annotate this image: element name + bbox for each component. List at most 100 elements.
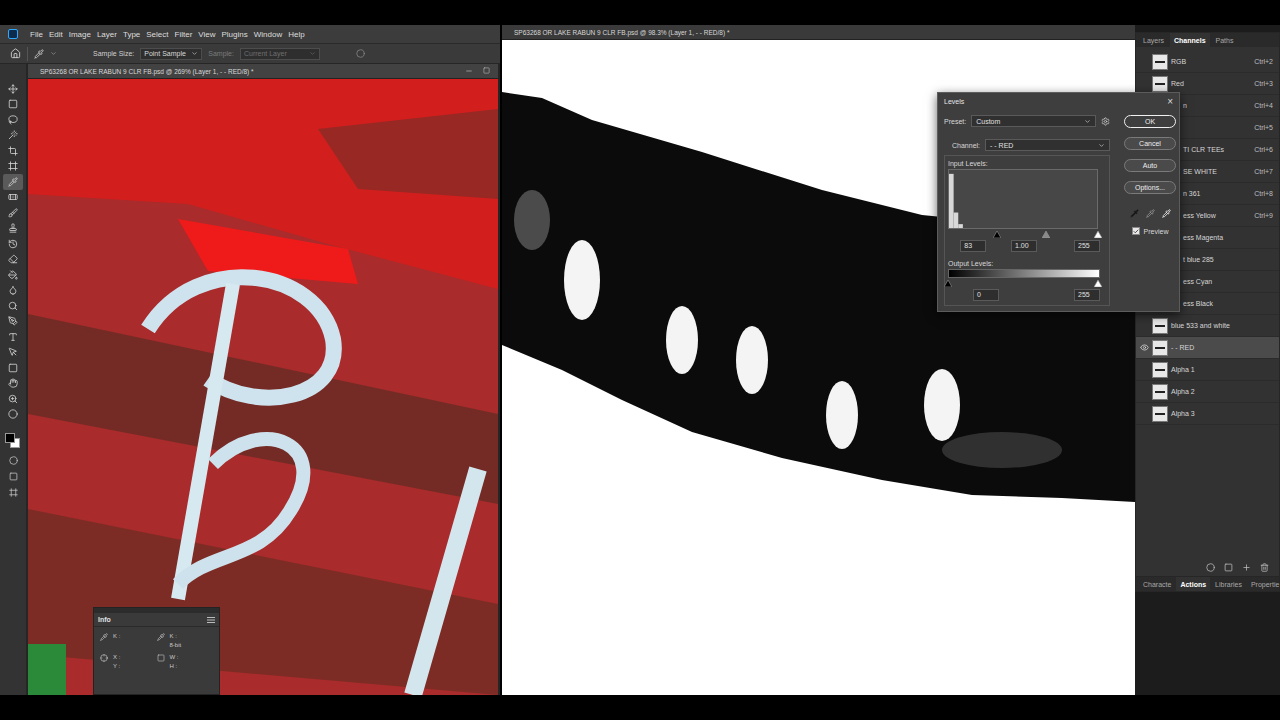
tool-button[interactable]	[3, 174, 23, 190]
dialog-button[interactable]: Cancel	[1124, 137, 1176, 150]
sample-size-select[interactable]: Point Sample	[140, 48, 202, 60]
tool-button[interactable]	[3, 283, 23, 299]
menu-item[interactable]: Help	[288, 30, 304, 39]
visibility-toggle[interactable]	[1138, 386, 1150, 398]
menu-item[interactable]: Layer	[97, 30, 117, 39]
load-selection-icon[interactable]	[1206, 563, 1215, 572]
tool-button[interactable]	[3, 97, 23, 113]
new-channel-icon[interactable]	[1242, 563, 1251, 572]
tool-button[interactable]	[3, 236, 23, 252]
extra-button[interactable]	[3, 484, 23, 500]
chevron-icon[interactable]	[50, 50, 57, 57]
tool-button[interactable]	[3, 360, 23, 376]
dialog-button[interactable]: OK	[1124, 115, 1176, 128]
foreground-swatch[interactable]	[5, 433, 15, 443]
panel-tab[interactable]: Actions	[1176, 577, 1210, 591]
black-point-eyedropper-icon[interactable]	[1130, 209, 1139, 218]
home-icon[interactable]	[10, 48, 21, 59]
visibility-toggle[interactable]	[1138, 408, 1150, 420]
panel-tab[interactable]: Characte	[1139, 577, 1175, 591]
tool-button[interactable]	[3, 205, 23, 221]
visibility-toggle[interactable]	[1138, 364, 1150, 376]
menu-item[interactable]: Select	[146, 30, 168, 39]
panel-menu-icon[interactable]	[207, 617, 215, 623]
input-slider[interactable]	[948, 231, 1098, 238]
color-swatches[interactable]	[3, 430, 23, 452]
visibility-toggle[interactable]	[1138, 320, 1150, 332]
dialog-title-bar[interactable]: Levels×	[938, 93, 1179, 110]
preview-checkbox[interactable]	[1132, 227, 1140, 235]
channel-select[interactable]: - - RED	[985, 139, 1110, 151]
minimize-icon[interactable]	[465, 67, 473, 75]
trash-icon[interactable]	[1260, 563, 1269, 572]
menu-item[interactable]: Window	[254, 30, 282, 39]
tool-button[interactable]	[3, 391, 23, 407]
preset-select[interactable]: Custom	[971, 115, 1096, 127]
slider-handle-icon[interactable]	[1042, 231, 1050, 238]
panel-tab[interactable]: Propertie	[1247, 577, 1280, 591]
panel-tab[interactable]: Paths	[1212, 33, 1238, 47]
panel-tab[interactable]: Libraries	[1211, 577, 1246, 591]
slider-handle-icon[interactable]	[1094, 280, 1102, 287]
info-tab[interactable]: Info	[98, 616, 111, 623]
visibility-toggle[interactable]	[1138, 56, 1150, 68]
tool-button[interactable]	[3, 252, 23, 268]
tool-button[interactable]	[3, 143, 23, 159]
input-level-field[interactable]: 83	[960, 240, 986, 252]
tool-button[interactable]	[3, 159, 23, 175]
channel-row[interactable]: Alpha 2	[1136, 381, 1279, 403]
screen-mode-button[interactable]	[3, 468, 23, 484]
save-selection-icon[interactable]	[1224, 563, 1233, 572]
menu-item[interactable]: Filter	[175, 30, 193, 39]
visibility-toggle[interactable]	[1138, 342, 1150, 354]
channel-row[interactable]: blue 533 and white	[1136, 315, 1279, 337]
document-tab[interactable]: SP63268 OR LAKE RABUN 9 CLR FB.psd @ 269…	[28, 64, 498, 79]
menu-item[interactable]: Image	[69, 30, 91, 39]
document-canvas[interactable]	[28, 79, 498, 695]
slider-handle-icon[interactable]	[1094, 231, 1102, 238]
dialog-button[interactable]: Auto	[1124, 159, 1176, 172]
channel-row[interactable]: - - RED	[1136, 337, 1279, 359]
input-level-field[interactable]: 1.00	[1011, 240, 1037, 252]
channel-row[interactable]: Alpha 3	[1136, 403, 1279, 425]
output-level-field[interactable]: 0	[973, 289, 999, 301]
panel-tab[interactable]: Channels	[1170, 33, 1210, 47]
input-level-field[interactable]: 255	[1074, 240, 1100, 252]
output-level-field[interactable]: 255	[1074, 289, 1100, 301]
visibility-toggle[interactable]	[1138, 78, 1150, 90]
tool-button[interactable]	[3, 190, 23, 206]
gear-icon[interactable]	[1101, 117, 1110, 126]
channel-row[interactable]: Alpha 1	[1136, 359, 1279, 381]
document-tab[interactable]: SP63268 OR LAKE RABUN 9 CLR FB.psd @ 98.…	[502, 25, 1135, 40]
menu-item[interactable]: Edit	[49, 30, 63, 39]
quick-mask-button[interactable]	[3, 452, 23, 468]
maximize-icon[interactable]	[483, 67, 490, 74]
close-button[interactable]: ×	[1167, 97, 1173, 107]
panel-tab[interactable]: Layers	[1139, 33, 1168, 47]
channel-row[interactable]: RGBCtrl+2	[1136, 51, 1279, 73]
preview-option[interactable]: Preview	[1132, 227, 1169, 235]
dialog-button[interactable]: Options...	[1124, 181, 1176, 194]
tool-button[interactable]	[3, 128, 23, 144]
gray-point-eyedropper-icon[interactable]	[1146, 209, 1155, 218]
tool-button[interactable]	[3, 376, 23, 392]
slider-handle-icon[interactable]	[944, 280, 952, 287]
white-point-eyedropper-icon[interactable]	[1162, 209, 1171, 218]
tool-button[interactable]	[3, 112, 23, 128]
tool-button[interactable]	[3, 298, 23, 314]
tool-button[interactable]	[3, 314, 23, 330]
sampling-ring-icon[interactable]	[356, 49, 365, 58]
output-slider[interactable]	[948, 280, 1098, 287]
sample-select[interactable]: Current Layer	[240, 48, 320, 60]
menu-item[interactable]: Plugins	[222, 30, 248, 39]
tool-button[interactable]	[3, 221, 23, 237]
tool-button[interactable]	[3, 407, 23, 423]
tool-button[interactable]	[3, 345, 23, 361]
menu-item[interactable]: File	[30, 30, 43, 39]
app-logo-icon[interactable]	[8, 29, 18, 39]
eyedropper-preset-icon[interactable]	[34, 49, 44, 59]
menu-item[interactable]: Type	[123, 30, 140, 39]
menu-item[interactable]: View	[198, 30, 215, 39]
tool-button[interactable]	[3, 329, 23, 345]
slider-handle-icon[interactable]	[993, 231, 1001, 238]
